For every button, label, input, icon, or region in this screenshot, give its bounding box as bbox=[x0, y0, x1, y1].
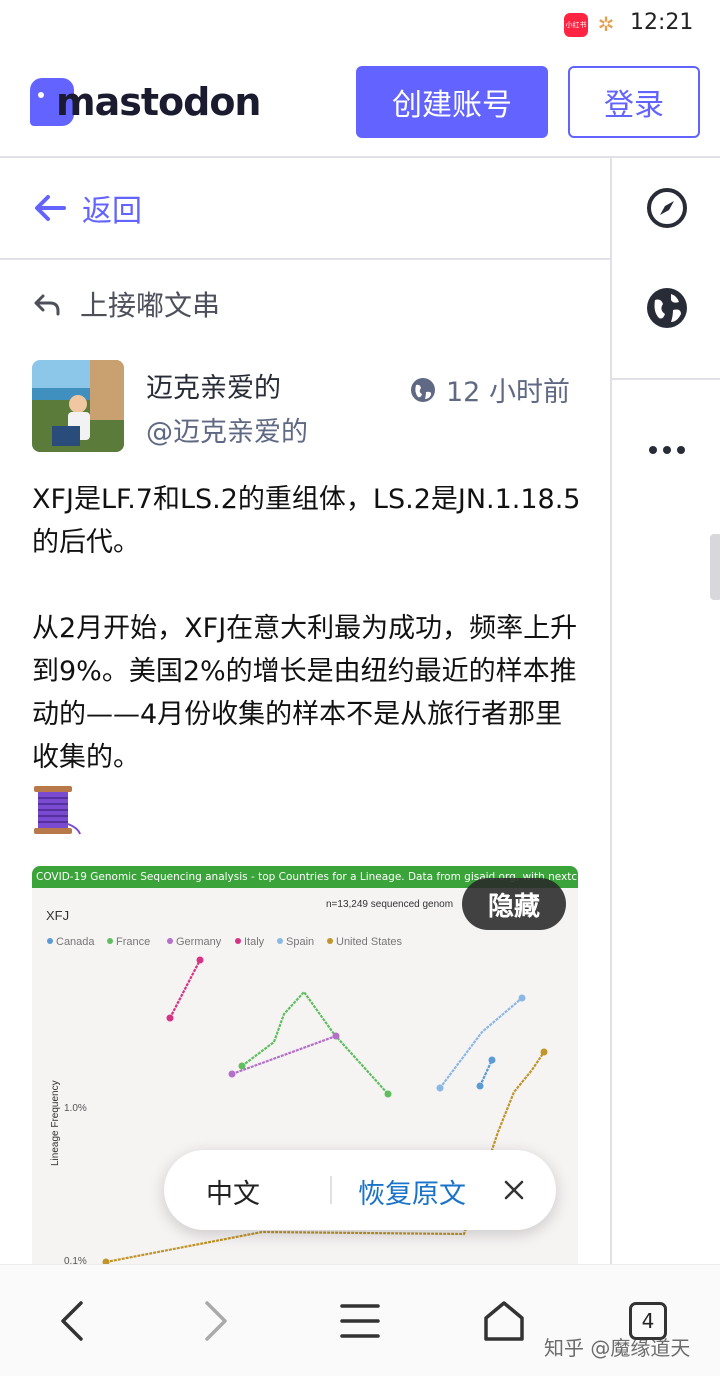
legend-marker bbox=[47, 938, 53, 944]
data-point bbox=[518, 994, 526, 1002]
reply-arrow-icon bbox=[34, 294, 60, 316]
globe-visibility-icon bbox=[411, 377, 435, 402]
legend-label: Canada bbox=[56, 936, 95, 948]
legend-label: Italy bbox=[244, 936, 265, 948]
thread-label: 上接嘟文串 bbox=[80, 289, 221, 322]
menu-button[interactable] bbox=[332, 1293, 388, 1349]
explore-button[interactable] bbox=[612, 158, 720, 258]
data-point bbox=[436, 1084, 444, 1092]
series-line bbox=[169, 959, 201, 1019]
legend-marker bbox=[107, 938, 113, 944]
legend-marker bbox=[277, 938, 283, 944]
thread-indicator[interactable]: 上接嘟文串 bbox=[32, 284, 220, 324]
avatar[interactable] bbox=[32, 360, 124, 452]
scrollbar-thumb[interactable] bbox=[710, 534, 720, 600]
chevron-left-icon bbox=[61, 1301, 83, 1341]
post-paragraph: XFJ是LF.7和LS.2的重组体，LS.2是JN.1.18.5的后代。 bbox=[32, 484, 581, 558]
post-paragraph: 从2月开始，XFJ在意大利最为成功，频率上升到9%。美国2%的增长是由纽约最近的… bbox=[32, 613, 578, 773]
chart-title: XFJ bbox=[46, 908, 69, 923]
target-language[interactable]: 中文 bbox=[206, 1172, 260, 1211]
sample-count: n=13,249 sequenced genom bbox=[326, 899, 453, 910]
post-time-text: 12 小时前 bbox=[446, 377, 570, 408]
chevron-right-icon bbox=[205, 1301, 227, 1341]
y-tick-label: 0.1% bbox=[64, 1256, 87, 1264]
legend-label: France bbox=[116, 936, 150, 948]
post-timestamp[interactable]: 12 小时前 bbox=[410, 370, 570, 409]
post-content: XFJ是LF.7和LS.2的重组体，LS.2是JN.1.18.5的后代。 从2月… bbox=[32, 478, 588, 822]
legend-marker bbox=[167, 938, 173, 944]
legend-label: Germany bbox=[176, 936, 222, 948]
data-point bbox=[166, 1014, 174, 1022]
back-label: 返回 bbox=[82, 194, 142, 229]
series-line bbox=[231, 1034, 337, 1076]
legend-label: United States bbox=[336, 936, 403, 948]
login-button[interactable]: 登录 bbox=[568, 66, 700, 138]
xiaohongshu-app-icon: 小红书 bbox=[564, 13, 588, 37]
chart-legend: Canada France Germany Italy Spain United Stat… bbox=[47, 936, 403, 948]
author-handle[interactable]: @迈克亲爱的 bbox=[146, 410, 308, 449]
restore-original-button[interactable]: 恢复原文 bbox=[358, 1172, 466, 1211]
globe-icon bbox=[647, 288, 687, 328]
rail-divider bbox=[612, 378, 720, 380]
data-point bbox=[332, 1032, 340, 1040]
browser-forward-button[interactable] bbox=[188, 1293, 244, 1349]
data-point bbox=[196, 956, 204, 964]
divider bbox=[330, 1176, 332, 1204]
ellipsis-icon bbox=[649, 446, 685, 454]
back-row[interactable]: 返回 bbox=[0, 158, 610, 260]
pinwheel-app-icon: ✲ bbox=[597, 12, 615, 36]
compass-icon bbox=[647, 188, 687, 228]
hide-media-button[interactable]: 隐藏 bbox=[462, 878, 566, 930]
clock: 12:21 bbox=[630, 10, 694, 35]
logo-text: mastodon bbox=[56, 80, 261, 124]
close-icon[interactable] bbox=[500, 1176, 528, 1204]
home-button[interactable] bbox=[476, 1293, 532, 1349]
y-tick-label: 1.0% bbox=[64, 1103, 87, 1114]
data-point bbox=[488, 1056, 496, 1064]
create-account-button[interactable]: 创建账号 bbox=[356, 66, 548, 138]
series-line bbox=[479, 1059, 493, 1087]
spool-of-thread-icon bbox=[34, 786, 81, 835]
series-line bbox=[439, 997, 523, 1089]
browser-back-button[interactable] bbox=[44, 1293, 100, 1349]
data-point bbox=[228, 1070, 236, 1078]
data-point bbox=[384, 1090, 392, 1098]
y-axis-label: Lineage Frequency bbox=[50, 1080, 61, 1166]
legend-marker bbox=[235, 938, 241, 944]
mastodon-logo[interactable]: mastodon bbox=[30, 76, 261, 128]
legend-marker bbox=[327, 938, 333, 944]
author-name[interactable]: 迈克亲爱的 bbox=[146, 366, 281, 405]
status-bar: 小红书 ✲ 12:21 bbox=[0, 0, 720, 52]
home-icon bbox=[484, 1301, 524, 1341]
more-button[interactable] bbox=[612, 400, 720, 500]
data-point bbox=[540, 1048, 548, 1056]
watermark: 知乎 @魔缘道天 bbox=[544, 1336, 691, 1360]
data-point bbox=[476, 1082, 484, 1090]
navigation-rail bbox=[610, 158, 720, 1264]
hamburger-menu-icon bbox=[340, 1304, 380, 1338]
live-feeds-button[interactable] bbox=[612, 258, 720, 358]
legend-label: Spain bbox=[286, 936, 314, 948]
translate-bar: 中文 恢复原文 bbox=[164, 1150, 556, 1230]
site-header: mastodon 创建账号 登录 bbox=[0, 52, 720, 158]
arrow-left-icon bbox=[35, 195, 66, 221]
